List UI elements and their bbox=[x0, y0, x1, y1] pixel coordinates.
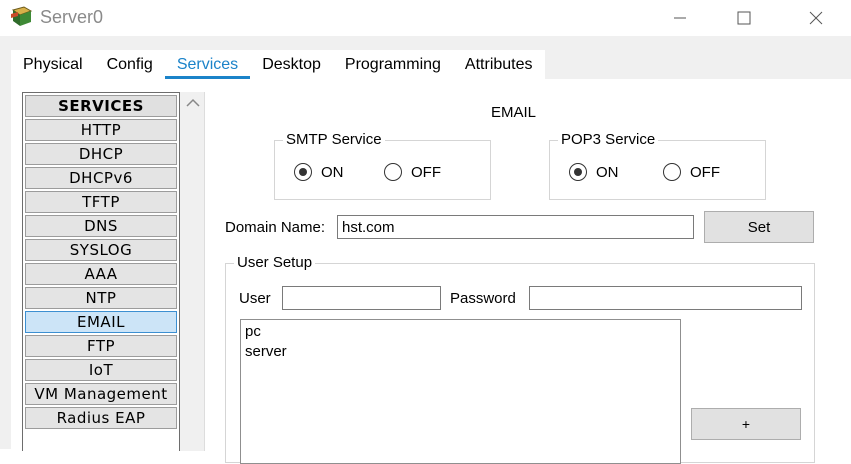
user-label: User bbox=[239, 290, 271, 307]
pop3-off-radio[interactable]: OFF bbox=[663, 163, 720, 181]
set-domain-button[interactable]: Set bbox=[704, 211, 814, 243]
service-item-aaa[interactable]: AAA bbox=[25, 263, 177, 285]
close-icon bbox=[809, 11, 823, 25]
radio-checked-icon bbox=[569, 163, 587, 181]
smtp-off-radio[interactable]: OFF bbox=[384, 163, 441, 181]
service-item-dhcpv6[interactable]: DHCPv6 bbox=[25, 167, 177, 189]
services-header: SERVICES bbox=[25, 95, 177, 117]
service-item-ftp[interactable]: FTP bbox=[25, 335, 177, 357]
list-item[interactable]: pc bbox=[245, 322, 676, 342]
pop3-on-radio[interactable]: ON bbox=[569, 163, 619, 181]
main-frame: Physical Config Services Desktop Program… bbox=[0, 36, 851, 464]
minimize-icon bbox=[674, 17, 686, 19]
user-input[interactable] bbox=[282, 286, 441, 310]
tab-attributes[interactable]: Attributes bbox=[452, 50, 545, 79]
service-item-vm-management[interactable]: VM Management bbox=[25, 383, 177, 405]
services-list: SERVICES HTTP DHCP DHCPv6 TFTP DNS SYSLO… bbox=[22, 92, 180, 451]
smtp-on-label: ON bbox=[321, 163, 344, 181]
scroll-up-icon[interactable] bbox=[186, 98, 200, 108]
smtp-service-group: SMTP Service ON OFF bbox=[274, 131, 491, 200]
domain-name-input[interactable] bbox=[337, 215, 694, 239]
user-setup-legend: User Setup bbox=[234, 254, 316, 271]
service-item-dhcp[interactable]: DHCP bbox=[25, 143, 177, 165]
title-bar: Server0 bbox=[0, 0, 851, 36]
service-item-tftp[interactable]: TFTP bbox=[25, 191, 177, 213]
smtp-service-legend: SMTP Service bbox=[283, 131, 385, 148]
user-setup-group: User Setup User Password pc server + bbox=[225, 254, 815, 464]
tab-programming[interactable]: Programming bbox=[332, 50, 453, 79]
service-item-radius-eap[interactable]: Radius EAP bbox=[25, 407, 177, 429]
minimize-button[interactable] bbox=[650, 0, 710, 36]
tab-physical[interactable]: Physical bbox=[11, 50, 95, 79]
pop3-off-label: OFF bbox=[690, 163, 720, 181]
service-item-dns[interactable]: DNS bbox=[25, 215, 177, 237]
add-user-button[interactable]: + bbox=[691, 408, 801, 440]
smtp-off-label: OFF bbox=[411, 163, 441, 181]
pop3-on-label: ON bbox=[596, 163, 619, 181]
tab-services[interactable]: Services bbox=[164, 50, 251, 79]
radio-checked-icon bbox=[294, 163, 312, 181]
radio-unchecked-icon bbox=[384, 163, 402, 181]
server-app-icon bbox=[11, 6, 33, 26]
user-list[interactable]: pc server bbox=[240, 319, 681, 464]
service-item-ntp[interactable]: NTP bbox=[25, 287, 177, 309]
pop3-service-group: POP3 Service ON OFF bbox=[549, 131, 766, 200]
password-label: Password bbox=[450, 290, 516, 307]
service-item-iot[interactable]: IoT bbox=[25, 359, 177, 381]
email-title: EMAIL bbox=[491, 104, 537, 121]
service-item-email[interactable]: EMAIL bbox=[25, 311, 177, 333]
tab-bar: Physical Config Services Desktop Program… bbox=[11, 50, 545, 79]
window-title: Server0 bbox=[40, 7, 104, 27]
tab-config[interactable]: Config bbox=[94, 50, 165, 79]
maximize-icon bbox=[737, 11, 751, 25]
tab-desktop[interactable]: Desktop bbox=[250, 50, 333, 79]
service-item-syslog[interactable]: SYSLOG bbox=[25, 239, 177, 261]
services-panel: SERVICES HTTP DHCP DHCPv6 TFTP DNS SYSLO… bbox=[11, 79, 851, 464]
radio-unchecked-icon bbox=[663, 163, 681, 181]
list-item[interactable]: server bbox=[245, 342, 676, 362]
maximize-button[interactable] bbox=[714, 0, 774, 36]
smtp-on-radio[interactable]: ON bbox=[294, 163, 344, 181]
domain-name-label: Domain Name: bbox=[225, 219, 326, 236]
service-item-http[interactable]: HTTP bbox=[25, 119, 177, 141]
password-input[interactable] bbox=[529, 286, 802, 310]
close-button[interactable] bbox=[786, 0, 846, 36]
services-scrollbar[interactable] bbox=[180, 92, 205, 451]
pop3-service-legend: POP3 Service bbox=[558, 131, 659, 148]
